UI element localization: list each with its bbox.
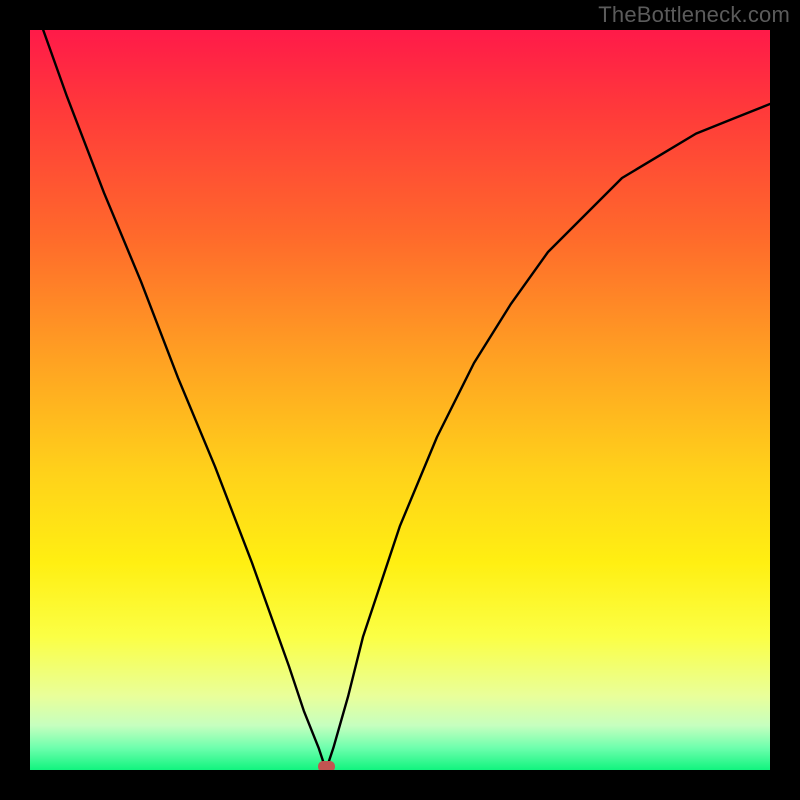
plot-area [30,30,770,770]
curve-svg [30,30,770,770]
watermark-text: TheBottleneck.com [598,2,790,28]
chart-frame: TheBottleneck.com [0,0,800,800]
optimum-marker [318,761,335,770]
bottleneck-curve-path [30,30,770,770]
